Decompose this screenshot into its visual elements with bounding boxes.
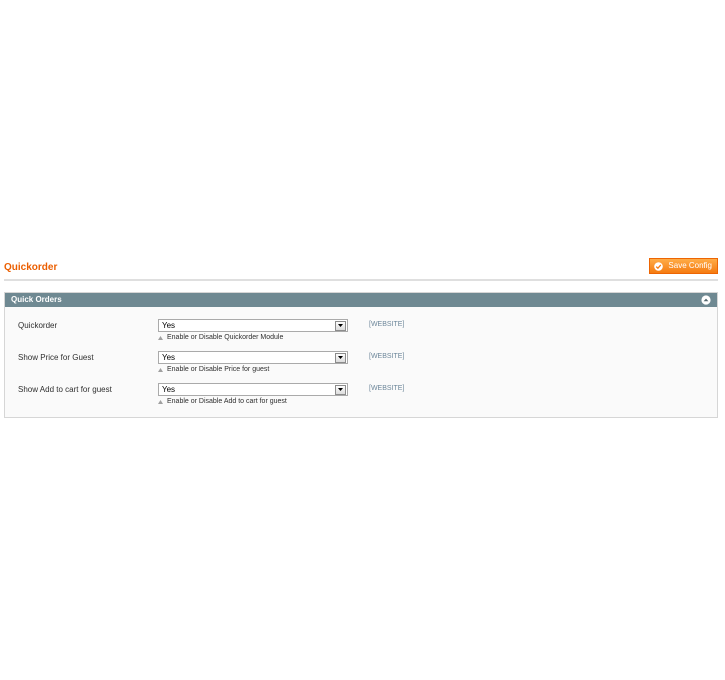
- chevron-down-icon[interactable]: [335, 321, 346, 331]
- chevron-down-icon[interactable]: [335, 385, 346, 395]
- check-circle-icon: [654, 261, 664, 271]
- select-value: Yes: [162, 321, 176, 330]
- fieldset-title: Quick Orders: [11, 295, 62, 304]
- collapse-up-icon[interactable]: [701, 295, 711, 305]
- page-title: Quickorder: [4, 262, 58, 273]
- field-hint: Enable or Disable Price for guest: [158, 366, 269, 373]
- row-label: Show Price for Guest: [18, 353, 94, 362]
- select-value: Yes: [162, 353, 176, 362]
- save-config-label: Save Config: [668, 261, 712, 270]
- config-row-add-to-cart-guest: Show Add to cart for guest Yes [WEBSITE]…: [5, 383, 717, 413]
- triangle-up-icon: [158, 335, 163, 340]
- config-row-quickorder: Quickorder Yes [WEBSITE] Enable or Disab…: [5, 319, 717, 349]
- show-price-guest-select[interactable]: Yes: [158, 351, 348, 364]
- scope-label: [WEBSITE]: [369, 385, 405, 392]
- save-config-button[interactable]: Save Config: [649, 258, 718, 274]
- quick-orders-fieldset: Quick Orders Quickorder Yes [WEBSITE] En…: [4, 292, 718, 418]
- hint-text: Enable or Disable Quickorder Module: [167, 334, 284, 341]
- field-hint: Enable or Disable Quickorder Module: [158, 334, 283, 341]
- row-label: Show Add to cart for guest: [18, 385, 112, 394]
- triangle-up-icon: [158, 367, 163, 372]
- hint-text: Enable or Disable Add to cart for guest: [167, 398, 287, 405]
- triangle-up-icon: [158, 399, 163, 404]
- select-value: Yes: [162, 385, 176, 394]
- fieldset-header[interactable]: Quick Orders: [5, 293, 717, 307]
- row-label: Quickorder: [18, 321, 58, 330]
- page-header: Quickorder Save Config: [4, 256, 718, 281]
- field-hint: Enable or Disable Add to cart for guest: [158, 398, 287, 405]
- add-to-cart-guest-select[interactable]: Yes: [158, 383, 348, 396]
- chevron-down-icon[interactable]: [335, 353, 346, 363]
- hint-text: Enable or Disable Price for guest: [167, 366, 270, 373]
- scope-label: [WEBSITE]: [369, 353, 405, 360]
- scope-label: [WEBSITE]: [369, 321, 405, 328]
- config-row-show-price-guest: Show Price for Guest Yes [WEBSITE] Enabl…: [5, 351, 717, 381]
- quickorder-select[interactable]: Yes: [158, 319, 348, 332]
